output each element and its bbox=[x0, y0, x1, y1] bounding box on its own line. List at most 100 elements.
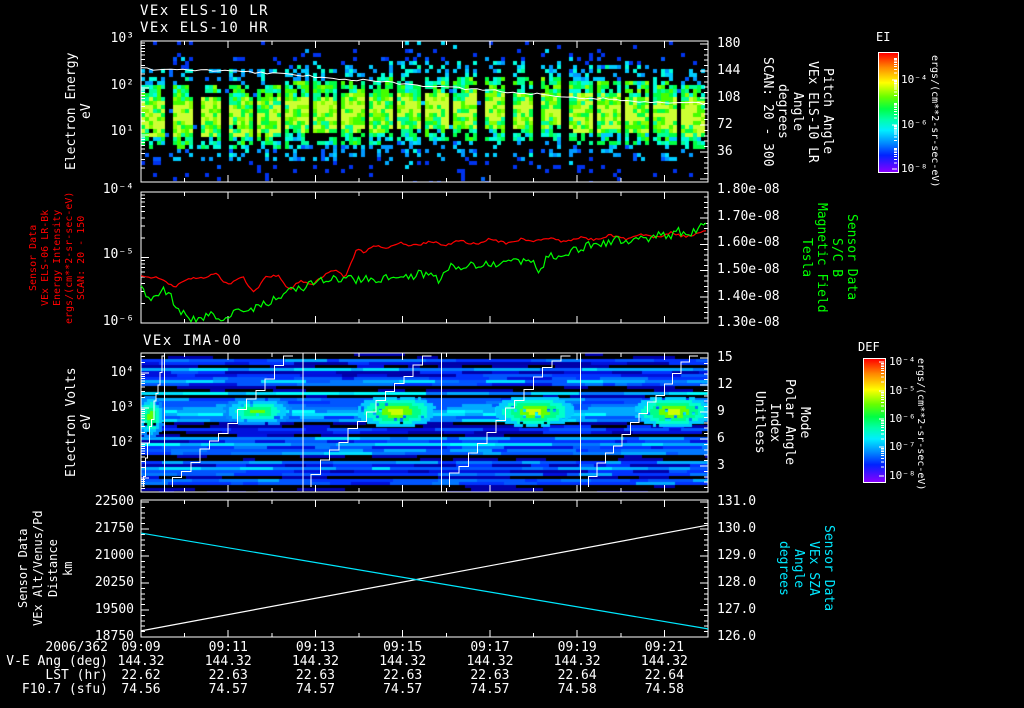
axis-label-line: VEx ELS-06 LR-Bk bbox=[40, 209, 51, 306]
axis-label-line: eV bbox=[79, 103, 94, 120]
table-cell: 144.32 bbox=[466, 654, 514, 669]
right-axis-tick-label: 180 bbox=[717, 36, 741, 51]
def-colorbar-tick-label: 10⁻⁴ bbox=[889, 355, 916, 368]
right-axis-tick-label: 129.0 bbox=[717, 548, 757, 563]
y-axis-tick-label: 10² bbox=[110, 435, 134, 450]
table-cell: 144.32 bbox=[640, 654, 688, 669]
axis-label-line: S/C B bbox=[829, 237, 844, 278]
ei-colorbar-tick-label: 10⁻⁴ bbox=[901, 73, 928, 86]
table-cell: 74.58 bbox=[644, 682, 684, 697]
def-colorbar-tick-label: 10⁻⁷ bbox=[889, 440, 916, 453]
right-axis-tick-label: 108 bbox=[717, 90, 741, 105]
table-cell: 144.32 bbox=[204, 654, 252, 669]
panel1-title-line2: VEx ELS-10 HR bbox=[140, 20, 270, 36]
table-cell: 22.63 bbox=[295, 668, 336, 683]
y-axis-tick-label: 10⁻⁴ bbox=[102, 182, 134, 197]
table-row-label: V-E Ang (deg) bbox=[6, 654, 108, 669]
y-axis-tick-label: 19500 bbox=[94, 602, 134, 617]
ima-spectrogram-canvas bbox=[141, 353, 708, 492]
ei-colorbar-units: ergs/(cm**2-sr-sec-eV) bbox=[928, 55, 942, 188]
axis-label-line: Sensor Data bbox=[821, 525, 836, 612]
axis-label-line: Sensor Data bbox=[28, 224, 39, 291]
def-colorbar-title: DEF bbox=[858, 340, 880, 354]
table-cell: 144.32 bbox=[117, 654, 165, 669]
y-axis-tick-label: 21750 bbox=[94, 521, 134, 536]
panel1-y-axis-label: Electron Energy eV bbox=[64, 41, 96, 182]
right-axis-tick-label: 1.80e-08 bbox=[717, 182, 780, 197]
right-axis-tick-label: 128.0 bbox=[717, 575, 757, 590]
table-row-label: F10.7 (sfu) bbox=[21, 682, 108, 697]
ei-colorbar-tick-label: 10⁻⁸ bbox=[901, 162, 928, 175]
right-axis-tick-label: 6 bbox=[717, 431, 725, 446]
y-axis-tick-label: 20250 bbox=[94, 575, 134, 590]
x-axis-time-label: 09:19 bbox=[557, 640, 597, 655]
x-axis-time-label: 09:21 bbox=[644, 640, 684, 655]
table-cell: 74.57 bbox=[470, 682, 510, 697]
right-axis-tick-label: 127.0 bbox=[717, 602, 757, 617]
panel1-title-line1: VEx ELS-10 LR bbox=[140, 3, 270, 19]
panel3-title: VEx IMA-00 bbox=[143, 333, 243, 349]
els-spectrogram-canvas bbox=[141, 41, 708, 182]
y-axis-tick-label: 10² bbox=[110, 78, 134, 93]
table-cell: 74.57 bbox=[208, 682, 248, 697]
axis-label-line: Magnetic Field bbox=[814, 202, 829, 313]
spacecraft-data-plot-page: VEx ELS-10 LR VEx ELS-10 HR VEx IMA-00 E… bbox=[0, 0, 1024, 708]
right-axis-tick-label: 36 bbox=[717, 144, 733, 159]
right-axis-tick-label: 1.70e-08 bbox=[717, 209, 780, 224]
right-axis-tick-label: 15 bbox=[717, 350, 733, 365]
right-axis-tick-label: 72 bbox=[717, 117, 733, 132]
y-axis-tick-label: 10⁴ bbox=[110, 365, 134, 380]
axis-label-line: VEx SZA bbox=[806, 541, 821, 596]
axis-label-line: Pitch Angle bbox=[820, 68, 835, 155]
y-axis-tick-label: 22500 bbox=[94, 494, 134, 509]
table-cell: 22.64 bbox=[557, 668, 597, 683]
y-axis-tick-label: 10³ bbox=[110, 31, 134, 46]
table-cell: 74.57 bbox=[295, 682, 336, 697]
table-cell: 22.63 bbox=[208, 668, 248, 683]
axis-label-line: Electron Energy bbox=[64, 52, 79, 171]
axis-label-line: VEx ELS-10 LR bbox=[805, 60, 820, 163]
right-axis-tick-label: 144 bbox=[717, 63, 741, 78]
right-axis-tick-label: 1.50e-08 bbox=[717, 262, 780, 277]
y-axis-tick-label: 10¹ bbox=[110, 124, 134, 139]
table-cell: 22.63 bbox=[383, 668, 423, 683]
table-cell: 144.32 bbox=[379, 654, 427, 669]
right-axis-tick-label: 131.0 bbox=[717, 494, 757, 509]
y-axis-tick-label: 10⁻⁵ bbox=[102, 247, 134, 262]
x-axis-time-label: 09:09 bbox=[121, 640, 161, 655]
ei-colorbar-tick-label: 10⁻⁶ bbox=[901, 118, 928, 131]
ei-colorbar bbox=[878, 52, 899, 173]
right-axis-tick-label: 1.30e-08 bbox=[717, 315, 780, 330]
table-cell: 22.64 bbox=[644, 668, 684, 683]
y-axis-tick-label: 10³ bbox=[110, 400, 134, 415]
axis-label-line: Sensor Data bbox=[16, 528, 30, 609]
def-colorbar-units: ergs/(cm**2-sr-sec-eV) bbox=[914, 358, 928, 490]
table-cell: 74.58 bbox=[557, 682, 597, 697]
table-cell: 74.56 bbox=[121, 682, 161, 697]
axis-label-line: Sensor Data bbox=[844, 214, 859, 301]
table-cell: 22.63 bbox=[470, 668, 510, 683]
right-axis-tick-label: 9 bbox=[717, 404, 725, 419]
y-axis-tick-label: 21000 bbox=[94, 548, 134, 563]
table-row-label: LST (hr) bbox=[45, 668, 108, 683]
x-axis-time-label: 09:11 bbox=[208, 640, 248, 655]
table-cell: 144.32 bbox=[291, 654, 339, 669]
axis-label-line: VEx Alt/Venus/Pd bbox=[31, 510, 45, 627]
x-axis-time-label: 09:15 bbox=[383, 640, 423, 655]
table-cell: 22.62 bbox=[121, 668, 161, 683]
def-colorbar bbox=[863, 358, 886, 483]
x-axis-time-label: 09:17 bbox=[470, 640, 510, 655]
ei-colorbar-title: EI bbox=[876, 30, 891, 44]
right-axis-tick-label: 126.0 bbox=[717, 629, 757, 644]
y-axis-tick-label: 10⁻⁶ bbox=[102, 314, 134, 329]
table-cell: 144.32 bbox=[553, 654, 601, 669]
right-axis-tick-label: 1.60e-08 bbox=[717, 235, 780, 250]
def-colorbar-tick-label: 10⁻⁶ bbox=[889, 412, 916, 425]
right-axis-tick-label: 3 bbox=[717, 458, 725, 473]
table-cell: 74.57 bbox=[383, 682, 423, 697]
colorbar-units-text: ergs/(cm**2-sr-sec-eV) bbox=[929, 55, 940, 188]
right-axis-tick-label: 12 bbox=[717, 377, 733, 392]
x-axis-time-label: 09:13 bbox=[295, 640, 336, 655]
right-axis-tick-label: 130.0 bbox=[717, 521, 757, 536]
def-colorbar-tick-label: 10⁻⁸ bbox=[889, 469, 916, 482]
